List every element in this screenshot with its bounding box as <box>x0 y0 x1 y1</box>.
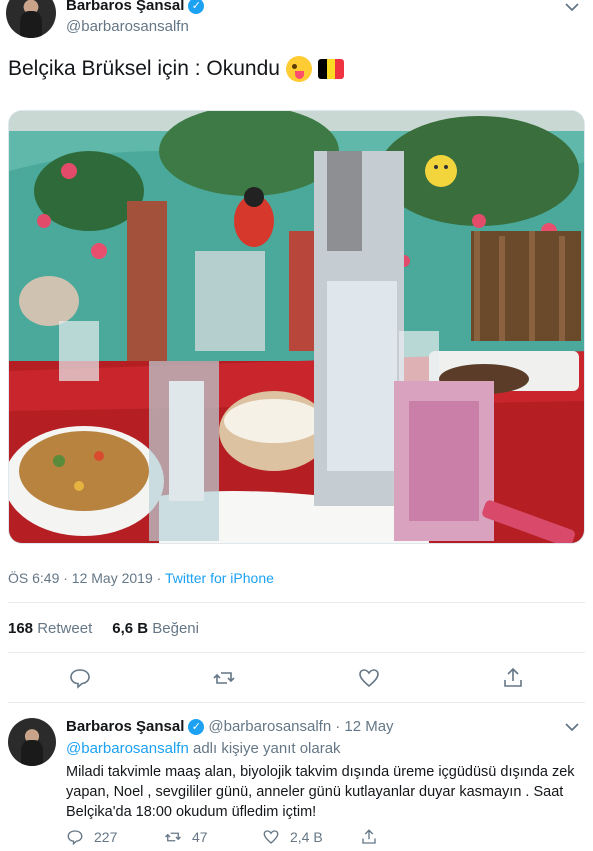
tweet-timestamp[interactable]: ÖS 6:49 · 12 May 2019 · <box>8 570 165 586</box>
tweet-action-bar <box>0 666 593 690</box>
reply-author-avatar[interactable] <box>8 718 56 766</box>
reply-reply-count: 227 <box>94 829 118 845</box>
tweet-header: Barbaros Şansal ✓ @barbarosansalfn <box>0 0 593 44</box>
reply-action-bar: 227 47 2,4 B <box>66 828 458 846</box>
retweet-label: Retweet <box>37 620 93 637</box>
tweet-stats: 168 Retweet 6,6 B Beğeni <box>8 620 199 637</box>
divider <box>8 702 585 703</box>
reply-retweet-action[interactable]: 47 <box>164 828 262 846</box>
author-name-row[interactable]: Barbaros Şansal ✓ <box>66 0 205 14</box>
verified-badge-icon: ✓ <box>188 718 205 735</box>
retweet-count: 168 <box>8 620 34 637</box>
reply-date[interactable]: · 12 May <box>335 718 393 735</box>
reply-reply-action[interactable]: 227 <box>66 828 164 846</box>
reply-like-count: 2,4 B <box>290 829 323 845</box>
like-count: 6,6 B <box>112 620 149 637</box>
tweet-source-link[interactable]: Twitter for iPhone <box>165 570 274 586</box>
reply-retweet-count: 47 <box>192 829 208 845</box>
divider <box>8 652 585 653</box>
author-avatar[interactable] <box>6 0 56 38</box>
share-icon <box>362 829 376 844</box>
reply-text: Miladi takvimle maaş alan, biyolojik tak… <box>66 764 575 820</box>
reply-tweet[interactable]: Barbaros Şansal ✓ @barbarosansalfn · 12 … <box>0 704 593 851</box>
author-display-name[interactable]: Barbaros Şansal <box>66 0 184 14</box>
retweet-icon[interactable] <box>212 666 236 690</box>
verified-badge-icon: ✓ <box>188 0 205 14</box>
like-icon[interactable] <box>357 666 381 690</box>
reply-share-action[interactable] <box>360 828 458 846</box>
like-icon <box>263 830 279 844</box>
reply-to-line: @barbarosansalfn adlı kişiye yanıt olara… <box>66 740 341 757</box>
reply-author-handle[interactable]: @barbarosansalfn <box>208 718 331 735</box>
tweet-text: Belçika Brüksel için : Okundu <box>8 56 344 82</box>
divider <box>8 602 585 603</box>
retweet-icon <box>165 832 181 842</box>
reply-like-action[interactable]: 2,4 B <box>262 828 360 846</box>
reply-icon[interactable] <box>68 666 92 690</box>
reply-author-row: Barbaros Şansal ✓ @barbarosansalfn · 12 … <box>66 718 394 735</box>
share-icon[interactable] <box>501 666 525 690</box>
retweet-stat[interactable]: 168 Retweet <box>8 620 92 637</box>
author-handle[interactable]: @barbarosansalfn <box>66 18 189 35</box>
reply-to-suffix: adlı kişiye yanıt olarak <box>188 740 341 757</box>
tweet-text-content: Belçika Brüksel için : Okundu <box>8 57 280 80</box>
winking-face-tongue-emoji <box>285 56 312 82</box>
tweet-photo[interactable] <box>8 110 585 544</box>
reply-icon <box>67 830 83 846</box>
chevron-down-icon[interactable] <box>563 0 581 16</box>
like-label: Beğeni <box>152 620 199 637</box>
chevron-down-icon[interactable] <box>563 718 581 736</box>
belgium-flag-emoji <box>317 59 344 79</box>
like-stat[interactable]: 6,6 B Beğeni <box>112 620 199 637</box>
reply-to-mention[interactable]: @barbarosansalfn <box>66 740 189 757</box>
reply-author-name[interactable]: Barbaros Şansal <box>66 718 184 735</box>
tweet-meta-line: ÖS 6:49 · 12 May 2019 · Twitter for iPho… <box>8 570 274 586</box>
